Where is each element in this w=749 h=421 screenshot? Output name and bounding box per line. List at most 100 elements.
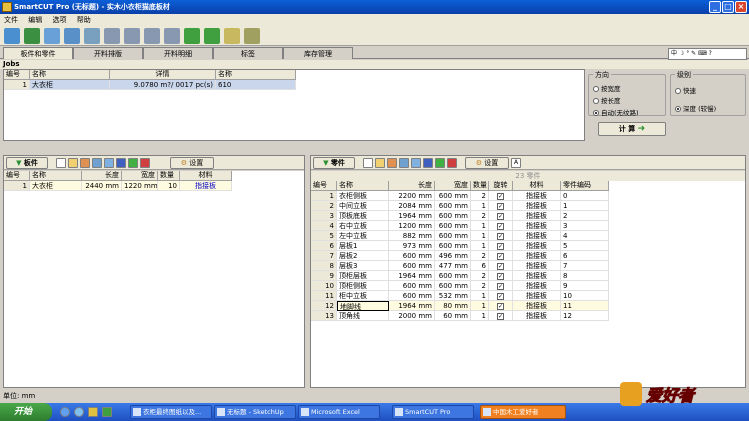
help-icon[interactable]: [224, 28, 240, 44]
parts-row[interactable]: 13 顶角线 2000 mm 60 mm 1 ✓ 指接板 12: [311, 311, 609, 321]
boards-row[interactable]: 1 大衣柜 2440 mm 1220 mm 10 指接板: [4, 181, 232, 191]
parts-col-length[interactable]: 长度: [389, 181, 435, 191]
checkbox-checked-icon[interactable]: ✓: [497, 232, 504, 240]
parts-row-rotate[interactable]: ✓: [489, 191, 513, 201]
copy-icon[interactable]: [411, 158, 421, 168]
open-icon[interactable]: [68, 158, 78, 168]
direction-by-length[interactable]: 按长度: [593, 95, 621, 105]
app-icon[interactable]: [102, 407, 112, 417]
menu-help[interactable]: 帮助: [73, 16, 95, 24]
browser-icon[interactable]: [60, 407, 70, 417]
boards-col-qty[interactable]: 数量: [158, 171, 180, 181]
checkbox-checked-icon[interactable]: ✓: [497, 272, 504, 280]
remove-icon[interactable]: [140, 158, 150, 168]
tab-labels[interactable]: 标签: [213, 47, 283, 59]
parts-col-code[interactable]: 零件编码: [561, 181, 609, 191]
font-icon[interactable]: A: [511, 158, 521, 168]
parts-row[interactable]: 10 顶柜侧板 600 mm 600 mm 2 ✓ 指接板 9: [311, 281, 609, 291]
grid-icon[interactable]: [44, 28, 60, 44]
taskbar-item-forum[interactable]: 中国木工爱好者: [480, 405, 566, 419]
tab-inventory[interactable]: 库存管理: [283, 47, 353, 59]
checkbox-checked-icon[interactable]: ✓: [497, 262, 504, 270]
tab-boards-parts[interactable]: 板件和零件: [3, 47, 73, 59]
boards-col-length[interactable]: 长度: [82, 171, 122, 181]
parts-row-rotate[interactable]: ✓: [489, 241, 513, 251]
ime-toolbar[interactable]: 中 ☽ ° ✎ ⌨ ?: [668, 48, 747, 60]
copy-icon[interactable]: [104, 158, 114, 168]
layout-icon[interactable]: [24, 28, 40, 44]
new-icon[interactable]: [56, 158, 66, 168]
add-icon[interactable]: [128, 158, 138, 168]
boards-button[interactable]: ▼ 板件: [6, 157, 48, 169]
taskbar-item-folder[interactable]: 衣柜最终图纸以及...: [130, 405, 212, 419]
remove-icon[interactable]: [204, 28, 220, 44]
parts-col-num[interactable]: 编号: [311, 181, 337, 191]
folder-icon[interactable]: [88, 407, 98, 417]
parts-row[interactable]: 3 顶板底板 1964 mm 600 mm 2 ✓ 指接板 2: [311, 211, 609, 221]
checkbox-checked-icon[interactable]: ✓: [497, 282, 504, 290]
checkbox-checked-icon[interactable]: ✓: [497, 292, 504, 300]
open-icon[interactable]: [375, 158, 385, 168]
table-icon[interactable]: [64, 28, 80, 44]
jobs-col-name[interactable]: 名称: [30, 70, 110, 80]
save-icon[interactable]: [423, 158, 433, 168]
boards-settings-button[interactable]: ⚙ 设置: [170, 157, 214, 169]
jobs-col-num[interactable]: 编号: [4, 70, 30, 80]
parts-col-rotate[interactable]: 旋转: [489, 181, 513, 191]
parts-row[interactable]: 5 左中立板 882 mm 600 mm 1 ✓ 指接板 4: [311, 231, 609, 241]
parts-row-rotate[interactable]: ✓: [489, 231, 513, 241]
checkbox-checked-icon[interactable]: ✓: [497, 312, 504, 320]
parts-row[interactable]: 6 层板1 973 mm 600 mm 1 ✓ 指接板 5: [311, 241, 609, 251]
checkbox-checked-icon[interactable]: ✓: [497, 212, 504, 220]
menu-edit[interactable]: 编辑: [24, 16, 46, 24]
add-icon[interactable]: [184, 28, 200, 44]
parts-row-rotate[interactable]: ✓: [489, 291, 513, 301]
next-icon[interactable]: [144, 28, 160, 44]
taskbar-item-smartcut[interactable]: SmartCUT Pro: [392, 405, 474, 419]
import-icon[interactable]: [387, 158, 397, 168]
parts-col-name[interactable]: 名称: [337, 181, 389, 191]
maximize-button[interactable]: □: [722, 1, 734, 13]
ie-icon[interactable]: [74, 407, 84, 417]
import-icon[interactable]: [80, 158, 90, 168]
parts-row[interactable]: 7 层板2 600 mm 496 mm 2 ✓ 指接板 6: [311, 251, 609, 261]
tab-details[interactable]: 开料明细: [143, 47, 213, 59]
calculate-button[interactable]: 计 算 ➜: [598, 122, 666, 136]
boards-col-width[interactable]: 宽度: [122, 171, 158, 181]
boards-col-material[interactable]: 材料: [180, 171, 232, 181]
boards-col-num[interactable]: 编号: [4, 171, 30, 181]
parts-settings-button[interactable]: ⚙ 设置: [465, 157, 509, 169]
parts-col-qty[interactable]: 数量: [471, 181, 489, 191]
taskbar-item-excel[interactable]: Microsoft Excel: [298, 405, 380, 419]
checkbox-checked-icon[interactable]: ✓: [497, 302, 504, 310]
parts-row-rotate[interactable]: ✓: [489, 261, 513, 271]
jobs-row[interactable]: 1 大衣柜 9.0780 m?/ 0017 pc(s) 610: [4, 80, 296, 90]
jobs-col-extra[interactable]: 名称: [216, 70, 296, 80]
menu-file[interactable]: 文件: [0, 16, 22, 24]
parts-row-rotate[interactable]: ✓: [489, 271, 513, 281]
export-icon[interactable]: [399, 158, 409, 168]
first-icon[interactable]: [104, 28, 120, 44]
prev-icon[interactable]: [124, 28, 140, 44]
parts-row-rotate[interactable]: ✓: [489, 311, 513, 321]
parts-row-rotate[interactable]: ✓: [489, 301, 513, 311]
parts-row-rotate[interactable]: ✓: [489, 211, 513, 221]
tools-icon[interactable]: [244, 28, 260, 44]
checkbox-checked-icon[interactable]: ✓: [497, 252, 504, 260]
jobs-col-detail[interactable]: 详情: [110, 70, 216, 80]
refresh-icon[interactable]: [4, 28, 20, 44]
parts-button[interactable]: ▼ 零件: [313, 157, 355, 169]
export-icon[interactable]: [92, 158, 102, 168]
parts-row[interactable]: 8 层板3 600 mm 477 mm 6 ✓ 指接板 7: [311, 261, 609, 271]
checkbox-checked-icon[interactable]: ✓: [497, 202, 504, 210]
minimize-button[interactable]: _: [709, 1, 721, 13]
parts-col-material[interactable]: 材料: [513, 181, 561, 191]
boards-col-name[interactable]: 名称: [30, 171, 82, 181]
parts-row[interactable]: 12 地脚线 1964 mm 80 mm 1 ✓ 指接板 11: [311, 301, 609, 311]
taskbar-item-sketchup[interactable]: 无标题 - SketchUp: [214, 405, 296, 419]
level-deep[interactable]: 深度 (较慢): [675, 103, 716, 113]
parts-row-rotate[interactable]: ✓: [489, 201, 513, 211]
tab-layout[interactable]: 开料排版: [73, 47, 143, 59]
parts-col-width[interactable]: 宽度: [435, 181, 471, 191]
parts-row-rotate[interactable]: ✓: [489, 251, 513, 261]
